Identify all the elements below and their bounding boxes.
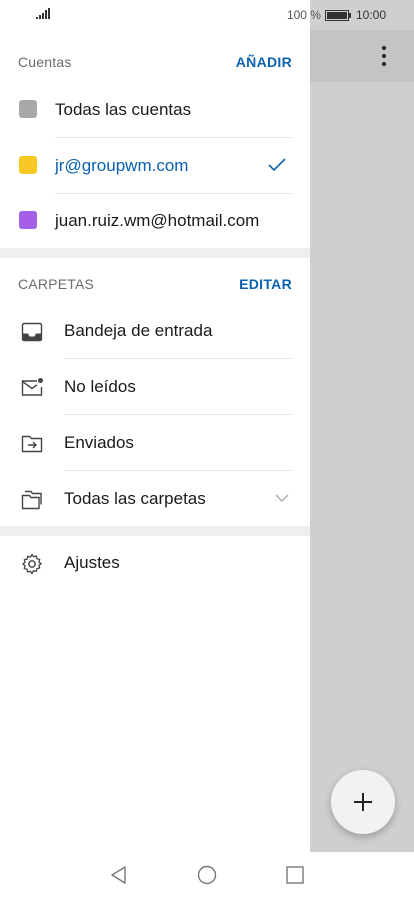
account-color-swatch	[19, 100, 37, 118]
battery-icon	[324, 9, 351, 21]
section-separator	[0, 248, 310, 258]
settings-label: Ajustes	[64, 553, 120, 572]
account-item-all[interactable]: Todas las cuentas	[0, 82, 310, 137]
folder-item-all-folders[interactable]: Todas las carpetas	[0, 472, 310, 527]
settings-item[interactable]: Ajustes	[0, 536, 310, 591]
app-scrim[interactable]	[310, 0, 414, 852]
account-color-swatch	[19, 211, 37, 229]
account-label: juan.ruiz.wm@hotmail.com	[55, 211, 260, 230]
back-icon[interactable]	[108, 864, 130, 886]
clock: 10:00	[355, 8, 386, 22]
battery-percent: 100 %	[286, 8, 321, 22]
folders-icon	[21, 490, 42, 510]
status-bar: 100 % 10:00	[0, 0, 414, 30]
divider	[64, 414, 292, 415]
accounts-header: Cuentas AÑADIR	[18, 54, 292, 70]
check-icon	[268, 158, 286, 172]
navigation-drawer: Cuentas AÑADIR Todas las cuentas jr@grou…	[0, 30, 310, 852]
folder-label: Todas las carpetas	[64, 489, 206, 508]
inbox-icon	[21, 322, 43, 342]
edit-folders-button[interactable]: EDITAR	[239, 276, 292, 292]
signal-icon	[36, 8, 50, 19]
add-account-button[interactable]: AÑADIR	[236, 54, 292, 70]
account-label: jr@groupwm.com	[55, 156, 189, 175]
account-item-hotmail[interactable]: juan.ruiz.wm@hotmail.com	[0, 194, 310, 249]
folders-title: CARPETAS	[18, 276, 95, 292]
account-label: Todas las cuentas	[55, 100, 192, 119]
section-separator	[0, 526, 310, 536]
folder-item-sent[interactable]: Enviados	[0, 416, 310, 471]
sent-icon	[21, 435, 43, 453]
more-options-icon[interactable]	[372, 42, 396, 70]
chevron-down-icon[interactable]	[275, 494, 289, 503]
system-nav-bar	[0, 852, 414, 897]
folder-item-inbox[interactable]: Bandeja de entrada	[0, 304, 310, 359]
account-item-groupwm[interactable]: jr@groupwm.com	[0, 138, 310, 193]
divider	[64, 470, 292, 471]
folder-item-unread[interactable]: No leídos	[0, 360, 310, 415]
folder-label: No leídos	[64, 377, 136, 396]
gear-icon	[22, 553, 42, 575]
app-toolbar	[310, 30, 414, 82]
plus-icon	[354, 793, 372, 811]
folder-label: Bandeja de entrada	[64, 321, 213, 340]
folders-header: CARPETAS EDITAR	[18, 276, 292, 292]
divider	[64, 358, 292, 359]
unread-mail-icon	[21, 378, 43, 396]
home-icon[interactable]	[196, 864, 218, 886]
compose-button[interactable]	[331, 770, 395, 834]
account-color-swatch	[19, 156, 37, 174]
accounts-title: Cuentas	[18, 54, 72, 70]
recents-icon[interactable]	[284, 864, 306, 886]
folder-label: Enviados	[64, 433, 134, 452]
